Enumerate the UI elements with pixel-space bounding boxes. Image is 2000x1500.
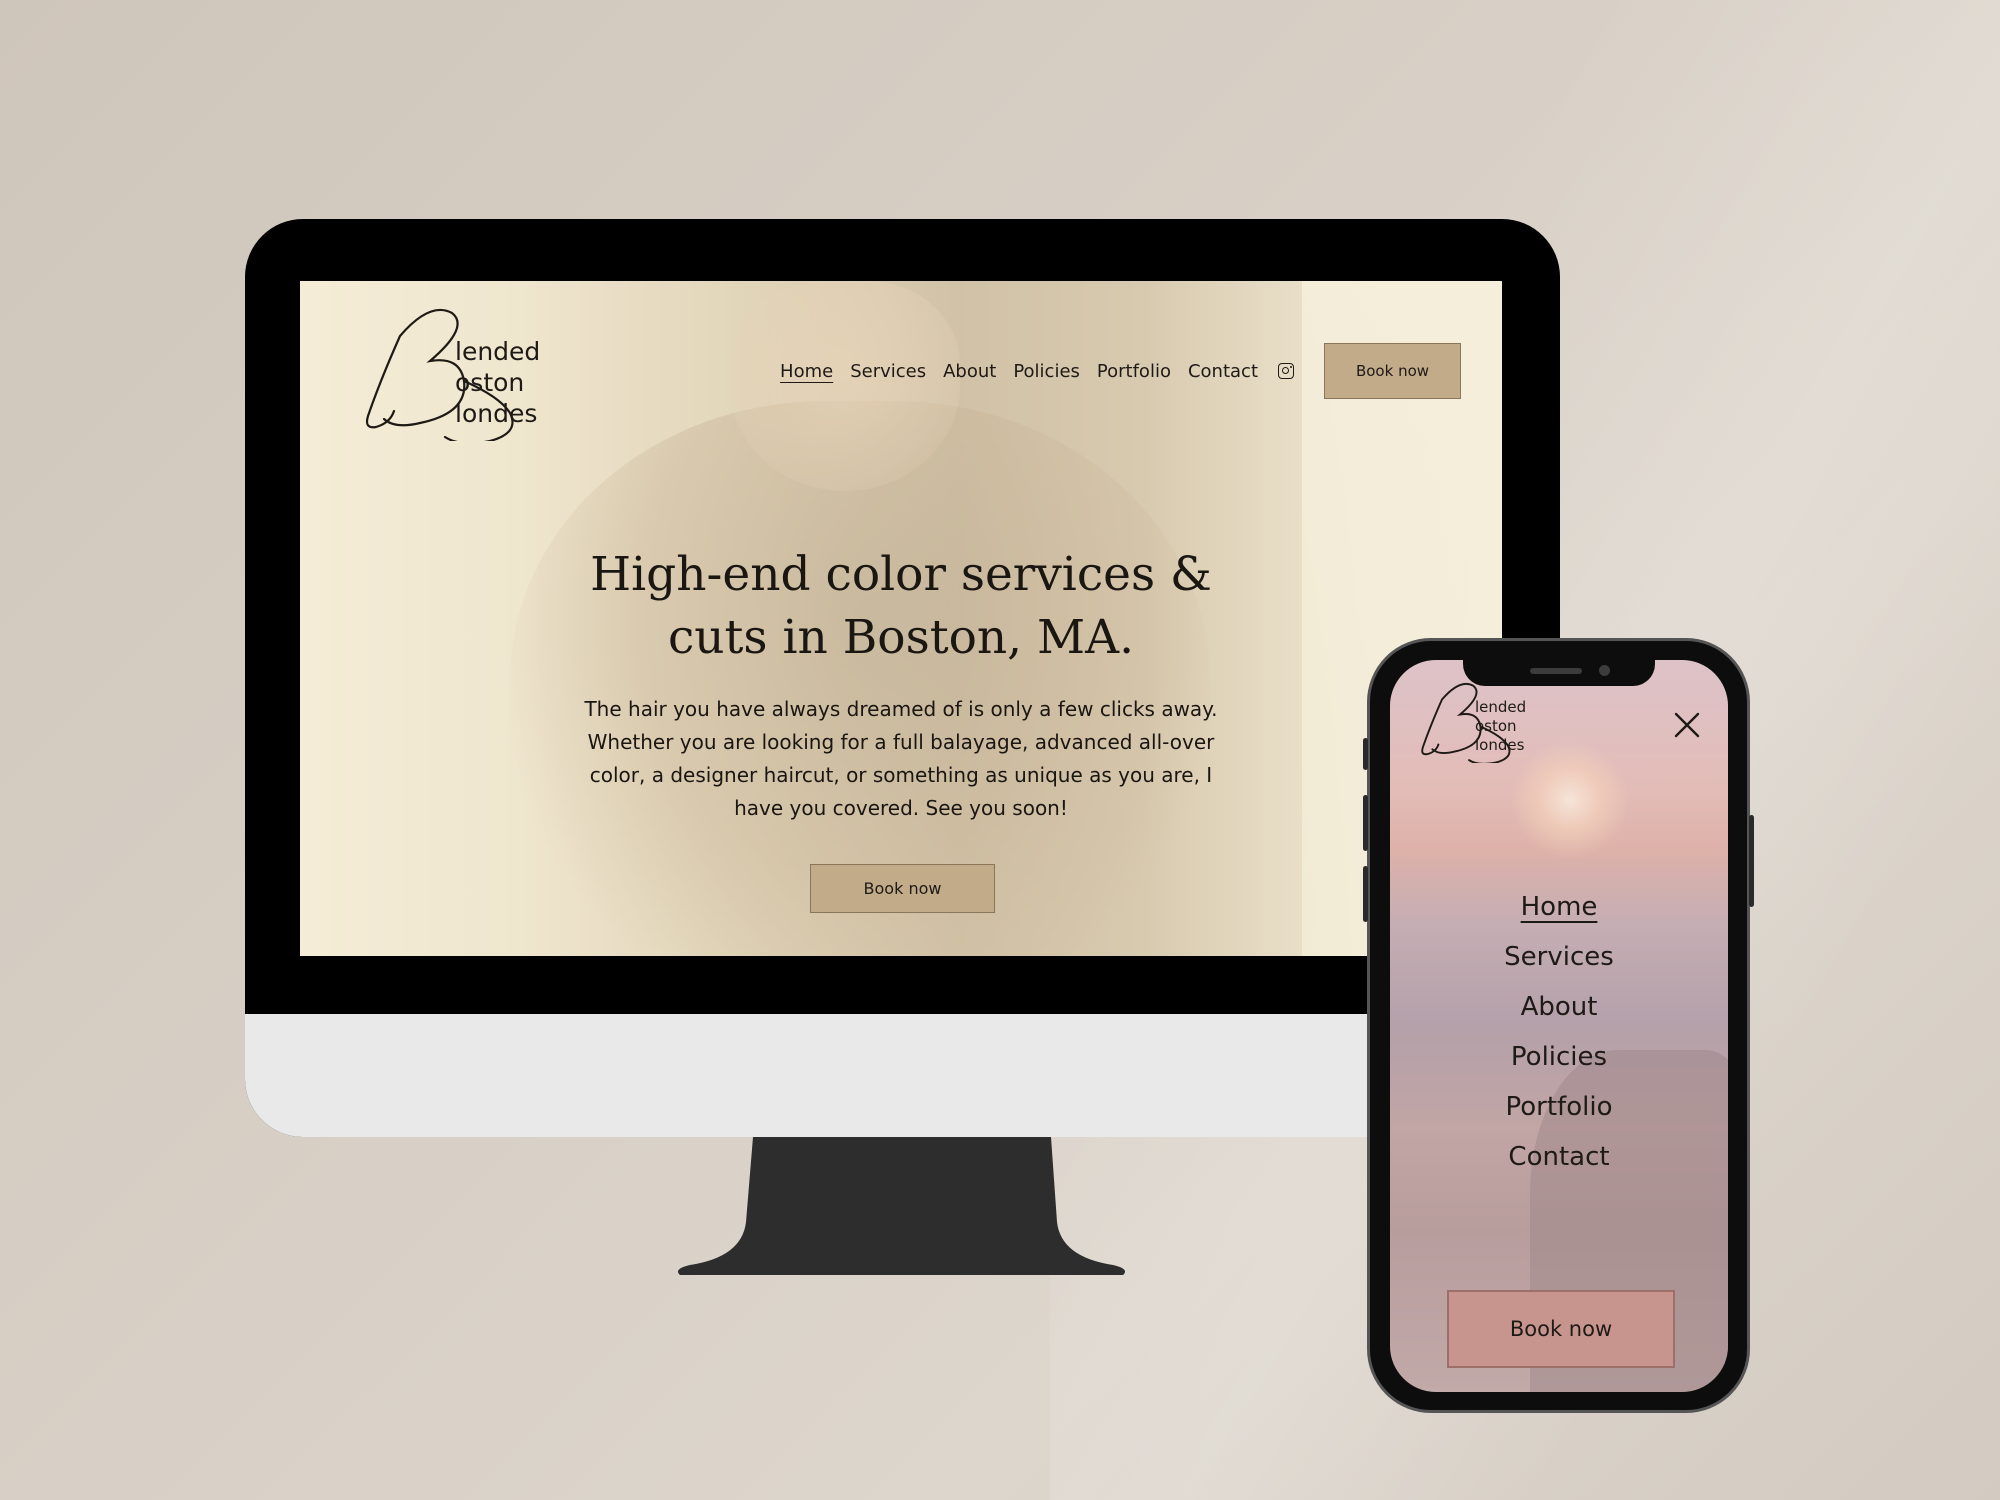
desktop-nav: Home Services About Policies Portfolio C… (763, 343, 1461, 399)
phone-volume-up (1363, 795, 1368, 851)
nav-services[interactable]: Services (850, 361, 926, 382)
hero-book-now-button[interactable]: Book now (810, 864, 995, 913)
mobile-nav-services[interactable]: Services (1390, 932, 1728, 982)
mobile-book-now-button[interactable]: Book now (1447, 1290, 1675, 1368)
nav-contact[interactable]: Contact (1188, 361, 1258, 382)
nav-policies[interactable]: Policies (1013, 361, 1080, 382)
instagram-icon[interactable] (1278, 363, 1294, 379)
nav-portfolio[interactable]: Portfolio (1097, 361, 1171, 382)
hero-description: The hair you have always dreamed of is o… (584, 697, 1218, 820)
nav-home[interactable]: Home (780, 361, 833, 382)
logo-line-1: lended (455, 337, 541, 366)
mobile-nav-about[interactable]: About (1390, 982, 1728, 1032)
hero-title: High-end color services & cuts in Boston… (590, 547, 1212, 665)
phone-side-button (1363, 738, 1368, 770)
mobile-logo-line-2: oston (1475, 717, 1517, 735)
close-icon[interactable] (1672, 710, 1702, 740)
logo-line-3: londes (455, 399, 538, 428)
mobile-site-logo[interactable]: lended oston londes (1418, 678, 1538, 763)
mobile-nav-portfolio[interactable]: Portfolio (1390, 1082, 1728, 1132)
mobile-menu: Home Services About Policies Portfolio C… (1390, 882, 1728, 1182)
phone-power-button (1749, 815, 1754, 907)
nav-about[interactable]: About (943, 361, 996, 382)
mobile-website: lended oston londes Home Services About … (1390, 660, 1728, 1392)
site-logo[interactable]: lended oston londes (360, 301, 560, 441)
mobile-nav-contact[interactable]: Contact (1390, 1132, 1728, 1182)
phone-camera (1599, 665, 1610, 676)
mobile-logo-line-1: lended (1475, 698, 1527, 716)
header-book-now-button[interactable]: Book now (1324, 343, 1461, 399)
mobile-logo-line-3: londes (1475, 736, 1525, 754)
monitor-chin (245, 1014, 1560, 1137)
phone-volume-down (1363, 866, 1368, 922)
mobile-nav-policies[interactable]: Policies (1390, 1032, 1728, 1082)
mobile-nav-home[interactable]: Home (1390, 882, 1728, 932)
monitor-stand (677, 1137, 1126, 1275)
desktop-website: lended oston londes Home Services About … (300, 281, 1502, 956)
logo-line-2: oston (455, 368, 525, 397)
phone-speaker (1530, 668, 1582, 674)
